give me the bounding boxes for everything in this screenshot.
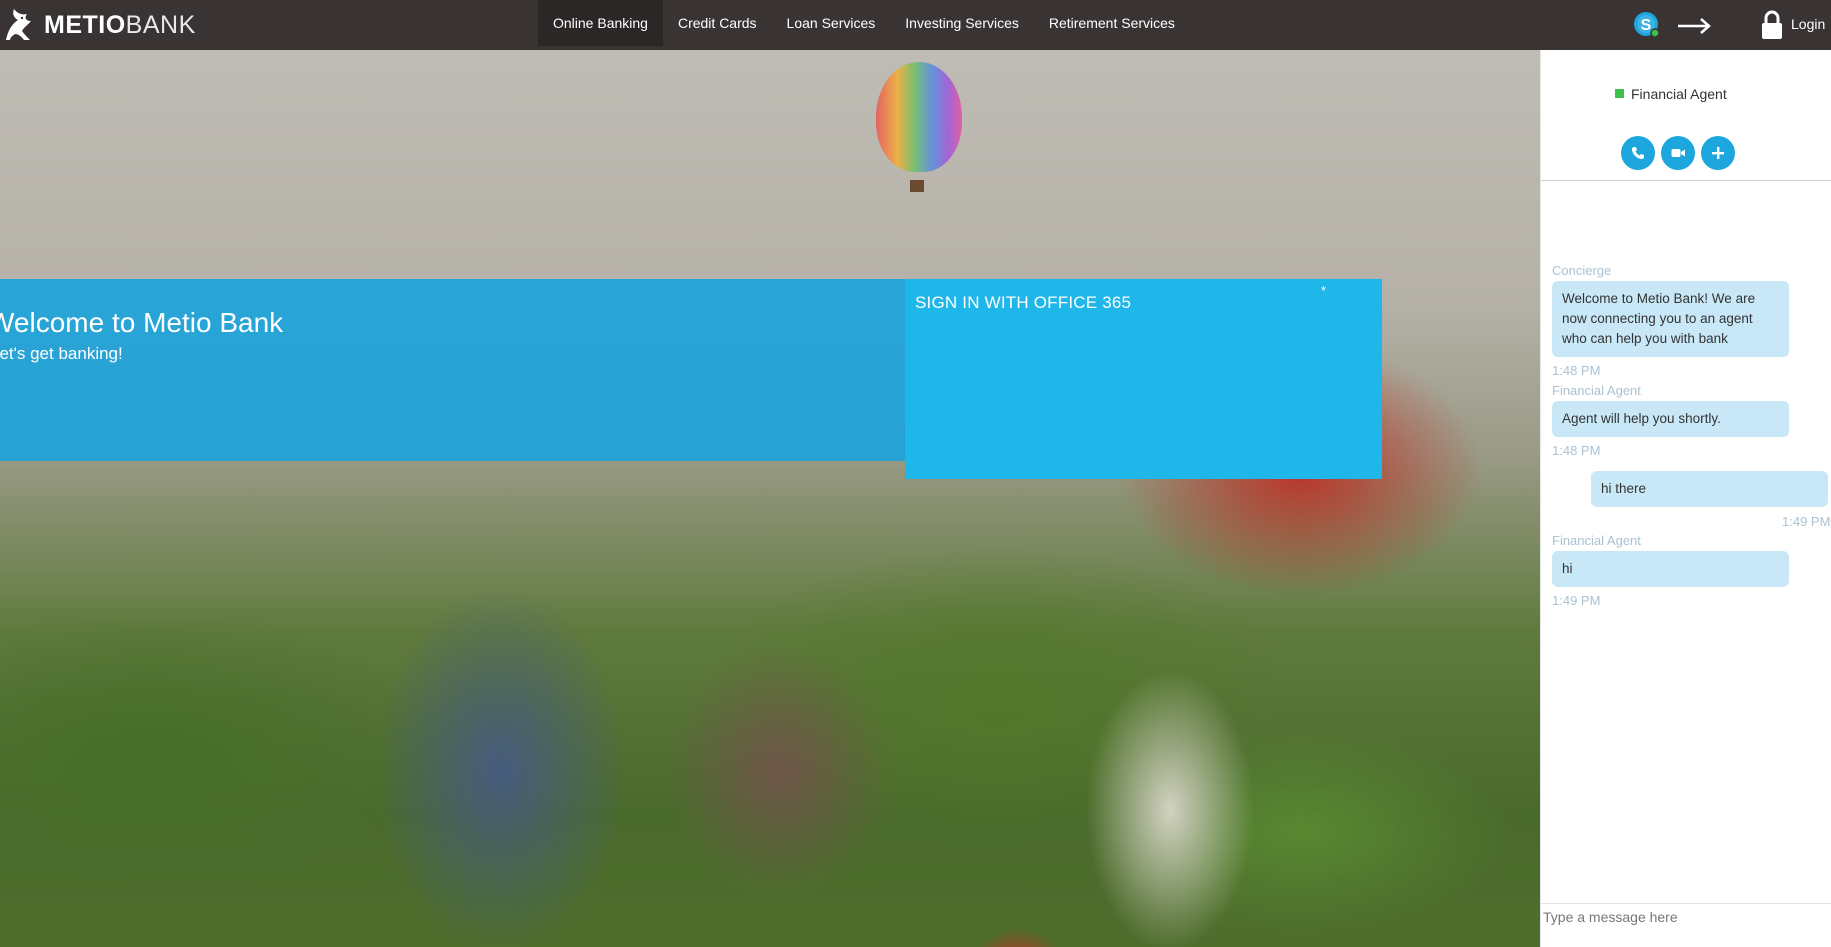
nav-loan-services[interactable]: Loan Services [772,0,891,46]
svg-text:S: S [1641,17,1652,34]
chat-panel: Financial Agent Concierge Welcome to Met… [1540,50,1831,947]
lock-icon[interactable] [1761,10,1783,40]
welcome-title: Welcome to Metio Bank [0,307,284,338]
message-sender: Financial Agent [1552,383,1641,398]
message-bubble: hi [1552,551,1789,587]
chat-agent-name: Financial Agent [1631,86,1727,102]
nav-investing-services[interactable]: Investing Services [890,0,1034,46]
brand-name-light: BANK [125,10,196,39]
message-bubble: Agent will help you shortly. [1552,401,1789,437]
skype-icon[interactable]: S [1632,10,1660,38]
top-nav-bar: METIO BANK Online Banking Credit Cards L… [0,0,1831,50]
signin-required-marker: * [1321,283,1327,298]
call-button[interactable] [1621,136,1655,170]
presence-status-dot [1615,89,1624,98]
hot-air-balloon-decoration [876,62,962,172]
message-bubble-outgoing: hi there [1591,471,1828,507]
message-time: 1:49 PM [1552,593,1601,608]
balloon-basket-decoration [910,180,924,192]
chat-message-input[interactable] [1543,906,1827,928]
message-bubble: Welcome to Metio Bank! We are now connec… [1552,281,1789,357]
office365-signin-panel[interactable]: SIGN IN WITH OFFICE 365 * [905,279,1382,479]
welcome-banner: Welcome to Metio Bank Let's get banking! [0,279,905,461]
video-call-button[interactable] [1661,136,1695,170]
nav-retirement-services[interactable]: Retirement Services [1034,0,1190,46]
welcome-subtitle: Let's get banking! [0,344,123,363]
nav-online-banking[interactable]: Online Banking [538,0,663,46]
phone-icon [1632,147,1644,159]
arrow-right-icon[interactable] [1676,14,1712,38]
main-nav: Online Banking Credit Cards Loan Service… [538,0,1190,46]
message-time: 1:48 PM [1552,443,1601,458]
hero-photo: Welcome to Metio Bank Let's get banking!… [0,50,1540,947]
message-time: 1:48 PM [1552,363,1601,378]
message-sender: Concierge [1552,263,1612,278]
brand-logo[interactable]: METIO BANK [0,5,196,45]
chat-agent-header: Financial Agent [1541,50,1831,181]
chat-input-bar [1541,903,1831,947]
signin-title: SIGN IN WITH OFFICE 365 [915,293,1132,312]
video-icon [1671,149,1685,157]
griffin-logo-icon [6,9,31,40]
login-link[interactable]: Login [1791,16,1825,32]
add-participant-button[interactable] [1701,136,1735,170]
brand-name-bold: METIO [44,10,126,39]
message-time: 1:49 PM [1782,514,1831,529]
nav-credit-cards[interactable]: Credit Cards [663,0,772,46]
plus-icon [1712,147,1724,159]
message-sender: Financial Agent [1552,533,1641,548]
